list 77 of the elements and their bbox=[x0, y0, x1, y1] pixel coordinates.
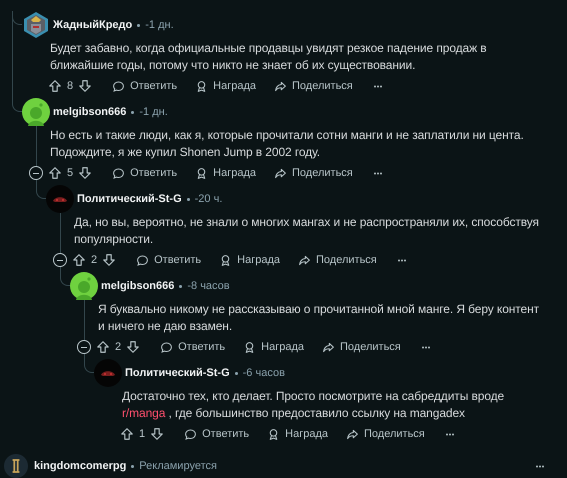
more-icon[interactable] bbox=[396, 258, 407, 262]
award-button[interactable]: Награда bbox=[195, 164, 256, 182]
reply-icon bbox=[136, 254, 150, 266]
reply-icon bbox=[112, 166, 126, 180]
share-button[interactable]: Поделиться bbox=[322, 338, 401, 356]
downvote-icon bbox=[126, 340, 140, 354]
vote-count: 5 bbox=[67, 166, 74, 181]
collapse-button[interactable] bbox=[53, 253, 67, 267]
avatar-icon[interactable] bbox=[22, 11, 50, 39]
share-icon bbox=[322, 340, 336, 354]
downvote-icon bbox=[102, 253, 116, 267]
more-icon[interactable] bbox=[420, 346, 431, 348]
reply-button[interactable]: Ответить bbox=[160, 338, 226, 356]
downvote-icon bbox=[78, 79, 92, 93]
award-icon bbox=[267, 428, 280, 440]
reply-icon bbox=[184, 428, 198, 440]
reply-button[interactable]: Ответить bbox=[112, 78, 178, 94]
share-button[interactable]: Поделиться bbox=[274, 78, 353, 94]
upvote-icon bbox=[48, 166, 62, 180]
username[interactable]: melgibson666 bbox=[53, 104, 126, 120]
share-button[interactable]: Поделиться bbox=[298, 252, 377, 268]
comment-text: Будет забавно, когда официальные продавцы увидят резкое падение продаж в ближайшие годы, потому что никто не знает об их существовании. bbox=[50, 40, 488, 74]
upvote-icon bbox=[72, 253, 86, 267]
reply-icon bbox=[112, 80, 126, 92]
award-button[interactable]: Награда bbox=[219, 252, 280, 268]
vote-count: 2 bbox=[115, 340, 122, 355]
avatar-icon[interactable] bbox=[22, 98, 50, 126]
award-icon bbox=[219, 254, 232, 266]
vote-count: 8 bbox=[67, 78, 74, 94]
timestamp: -8 часов bbox=[187, 278, 230, 294]
share-icon bbox=[346, 428, 360, 440]
upvote-icon bbox=[96, 340, 110, 354]
award-icon bbox=[195, 80, 208, 92]
award-button[interactable]: Награда bbox=[243, 338, 304, 356]
share-icon bbox=[274, 80, 288, 92]
timestamp: -1 дн. bbox=[139, 104, 168, 120]
username[interactable]: melgibson666 bbox=[101, 278, 174, 294]
reply-button[interactable]: Ответить bbox=[184, 426, 250, 442]
timestamp: -6 часов bbox=[242, 366, 285, 381]
more-icon[interactable] bbox=[444, 432, 455, 436]
comment-text: Но есть и такие люди, как я, которые прочитали сотни манги и не заплатили ни цента. Подождите, я же купил Shonen Jump в 2002 году. bbox=[50, 127, 525, 161]
comment-text: Достаточно тех, кто делает. Просто посмотрите на сабреддиты вроде r/manga , где большинство предоставило ссылку на mangadex bbox=[122, 388, 506, 422]
share-icon bbox=[274, 166, 288, 180]
collapse-button[interactable] bbox=[29, 166, 43, 180]
collapse-button[interactable] bbox=[77, 340, 91, 354]
downvote-icon bbox=[150, 427, 164, 441]
award-button[interactable]: Награда bbox=[267, 426, 328, 442]
comment-text: Я буквально никому не рассказываю о прочитанной мной манге. Я беру контент и ничего не даю взамен. bbox=[98, 301, 540, 335]
reply-button[interactable]: Ответить bbox=[136, 252, 202, 268]
reply-button[interactable]: Ответить bbox=[112, 164, 178, 182]
username[interactable]: Политический-St-G bbox=[77, 190, 182, 208]
award-button[interactable]: Награда bbox=[195, 78, 256, 94]
upvote-icon bbox=[120, 427, 134, 441]
avatar-icon[interactable] bbox=[4, 454, 28, 478]
award-icon bbox=[195, 166, 208, 180]
share-button[interactable]: Поделиться bbox=[346, 426, 425, 442]
award-icon bbox=[243, 340, 256, 354]
more-icon[interactable] bbox=[372, 172, 383, 174]
share-icon bbox=[298, 254, 312, 266]
avatar-icon[interactable] bbox=[70, 272, 98, 300]
username[interactable]: Политический-St-G bbox=[125, 364, 230, 382]
vote-count: 2 bbox=[91, 252, 98, 268]
timestamp: -20 ч. bbox=[194, 192, 222, 207]
vote-count: 1 bbox=[139, 426, 146, 442]
username[interactable]: ЖадныйКредо bbox=[53, 16, 132, 34]
upvote-button[interactable] bbox=[118, 425, 136, 443]
subreddit-link[interactable]: r/manga bbox=[122, 406, 166, 420]
advertiser-name[interactable]: kingdomcomerpg bbox=[34, 458, 126, 474]
upvote-icon bbox=[48, 79, 62, 93]
downvote-icon bbox=[78, 166, 92, 180]
promoted-label: Рекламируется bbox=[139, 458, 217, 474]
share-button[interactable]: Поделиться bbox=[274, 164, 353, 182]
more-icon[interactable] bbox=[535, 464, 545, 468]
more-icon[interactable] bbox=[372, 84, 383, 88]
timestamp: -1 дн. bbox=[145, 18, 174, 33]
reply-icon bbox=[160, 340, 174, 354]
comment-text: Да, но вы, вероятно, не знали о многих мангах и не распространяли их, способствуя популярности. bbox=[74, 214, 540, 248]
